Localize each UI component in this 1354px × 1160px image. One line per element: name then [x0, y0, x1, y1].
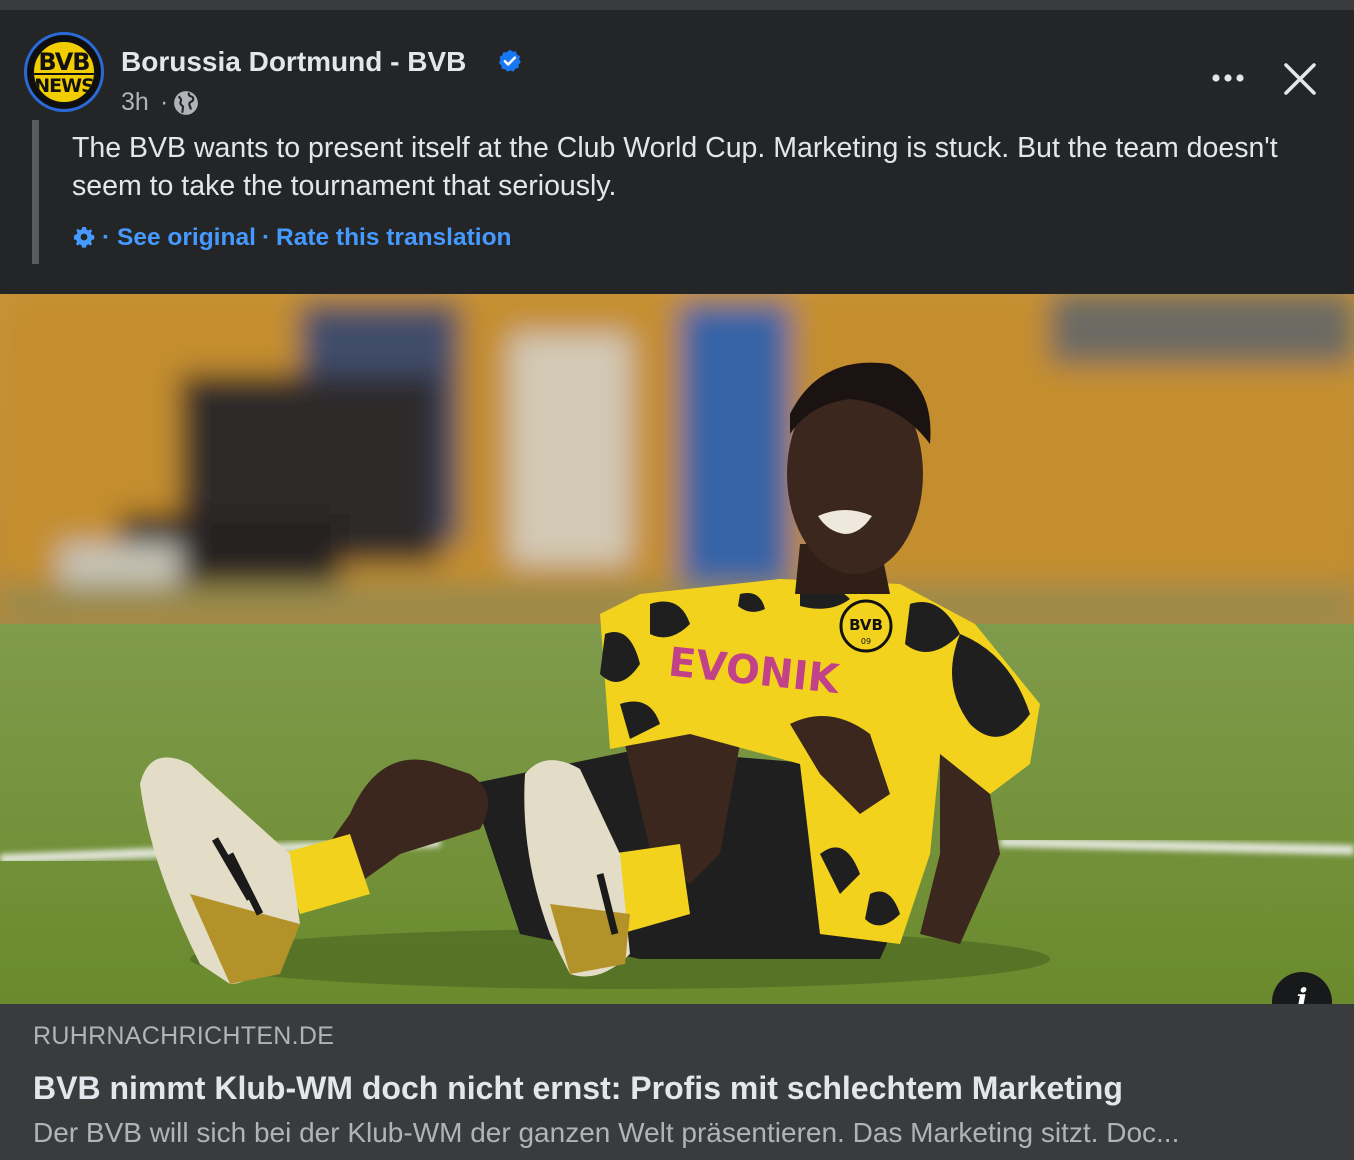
- close-icon[interactable]: [1281, 60, 1319, 98]
- post-dialog: BVB NEWS Borussia Dortmund - BVB 3h · Th…: [0, 0, 1354, 1160]
- jersey-crest-year: 09: [861, 637, 871, 646]
- translation-separator: ·: [102, 224, 111, 251]
- meta-separator: ·: [160, 88, 169, 116]
- post-card: BVB NEWS Borussia Dortmund - BVB 3h · Th…: [0, 10, 1354, 1160]
- avatar-logo-text-top: BVB: [38, 48, 90, 76]
- translation-quote-bar: [32, 120, 39, 264]
- translation-separator: ·: [262, 224, 271, 251]
- see-original-link[interactable]: See original: [117, 224, 256, 252]
- jersey-crest-text: BVB: [849, 616, 883, 634]
- avatar-logo: BVB NEWS: [32, 40, 96, 104]
- page-avatar[interactable]: BVB NEWS: [24, 32, 104, 112]
- rate-translation-link[interactable]: Rate this translation: [276, 224, 512, 252]
- link-preview-card[interactable]: RUHRNACHRICHTEN.DE BVB nimmt Klub-WM doc…: [0, 1004, 1354, 1160]
- gear-icon[interactable]: [72, 225, 96, 249]
- globe-icon: [174, 91, 198, 115]
- link-description: Der BVB will sich bei der Klub-WM der ga…: [33, 1117, 1180, 1148]
- verified-badge-icon: [498, 49, 521, 72]
- avatar-logo-text-bottom: NEWS: [34, 75, 94, 97]
- top-strip: [0, 0, 1354, 10]
- link-title: BVB nimmt Klub-WM doch nicht ernst: Prof…: [33, 1070, 1123, 1106]
- more-options-icon[interactable]: [1207, 64, 1251, 92]
- link-domain: RUHRNACHRICHTEN.DE: [33, 1022, 335, 1050]
- post-timestamp[interactable]: 3h: [121, 88, 149, 117]
- page-name-link[interactable]: Borussia Dortmund - BVB: [121, 46, 466, 78]
- photo-illustration: EVONIK BVB 09: [0, 294, 1354, 1004]
- post-text: The BVB wants to present itself at the C…: [72, 132, 1278, 202]
- article-photo[interactable]: EVONIK BVB 09: [0, 294, 1354, 1004]
